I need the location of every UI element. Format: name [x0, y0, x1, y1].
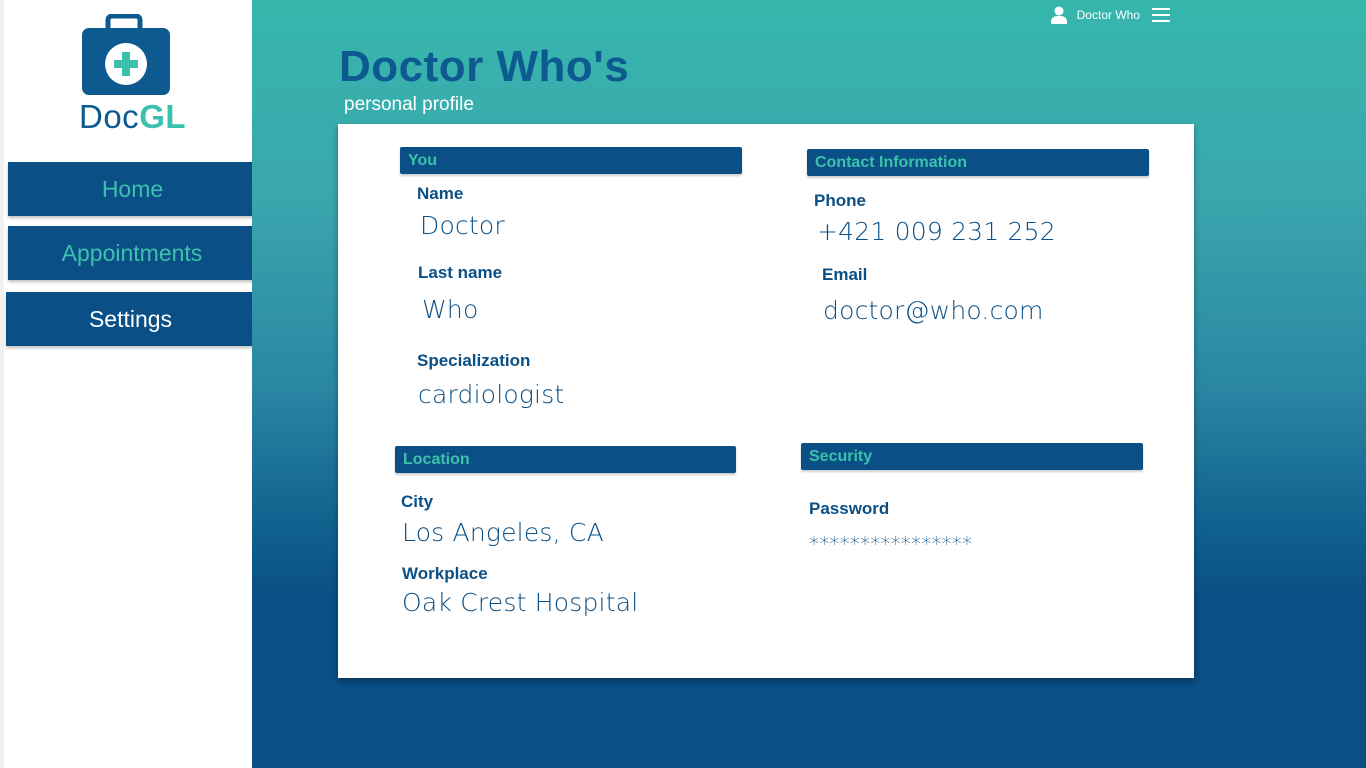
user-name[interactable]: Doctor Who [1077, 8, 1140, 22]
sidebar-item-label: Appointments [61, 239, 203, 266]
sidebar-item-label: Home [101, 175, 164, 202]
profile-card: You Name Doctor Last name Who Specializa… [338, 124, 1194, 678]
specialization-value: cardiologist [418, 380, 565, 409]
city-value: Los Angeles, CA [402, 518, 604, 547]
page-title: Doctor Who's [339, 42, 630, 91]
lastname-value: Who [422, 295, 479, 324]
workplace-label: Workplace [402, 564, 488, 583]
hamburger-menu-icon[interactable] [1152, 7, 1170, 23]
medical-kit-logo-icon [82, 14, 170, 95]
email-label: Email [822, 265, 868, 284]
user-icon [1050, 6, 1067, 24]
sidebar-item-settings[interactable]: Settings [6, 292, 255, 346]
brand-logo-text: DocGL [79, 98, 186, 136]
sidebar: DocGL Home Appointments Settings [0, 0, 257, 768]
sidebar-item-home[interactable]: Home [8, 162, 257, 216]
email-value: doctor@who.com [823, 296, 1044, 325]
page-subtitle: personal profile [344, 94, 474, 115]
phone-value: +421 009 231 252 [817, 217, 1056, 246]
sidebar-item-appointments[interactable]: Appointments [8, 226, 256, 280]
main-content: Doctor Who Doctor Who's personal profile… [252, 0, 1366, 768]
user-menu[interactable]: Doctor Who [1050, 6, 1170, 24]
name-value: Doctor [420, 211, 505, 240]
section-header-location: Location [395, 446, 736, 473]
password-label: Password [809, 499, 890, 518]
city-label: City [401, 492, 434, 511]
sidebar-item-label: Settings [88, 305, 173, 332]
phone-label: Phone [814, 191, 866, 210]
section-header-security: Security [801, 443, 1143, 470]
section-header-you: You [400, 147, 742, 174]
brand-name-part2: GL [139, 98, 187, 135]
lastname-label: Last name [418, 263, 503, 282]
specialization-label: Specialization [417, 351, 531, 370]
workplace-value: Oak Crest Hospital [402, 588, 639, 617]
password-value: **************** [809, 532, 973, 556]
brand-name-part1: Doc [79, 98, 140, 135]
name-label: Name [417, 184, 464, 203]
section-header-contact: Contact Information [807, 149, 1149, 176]
